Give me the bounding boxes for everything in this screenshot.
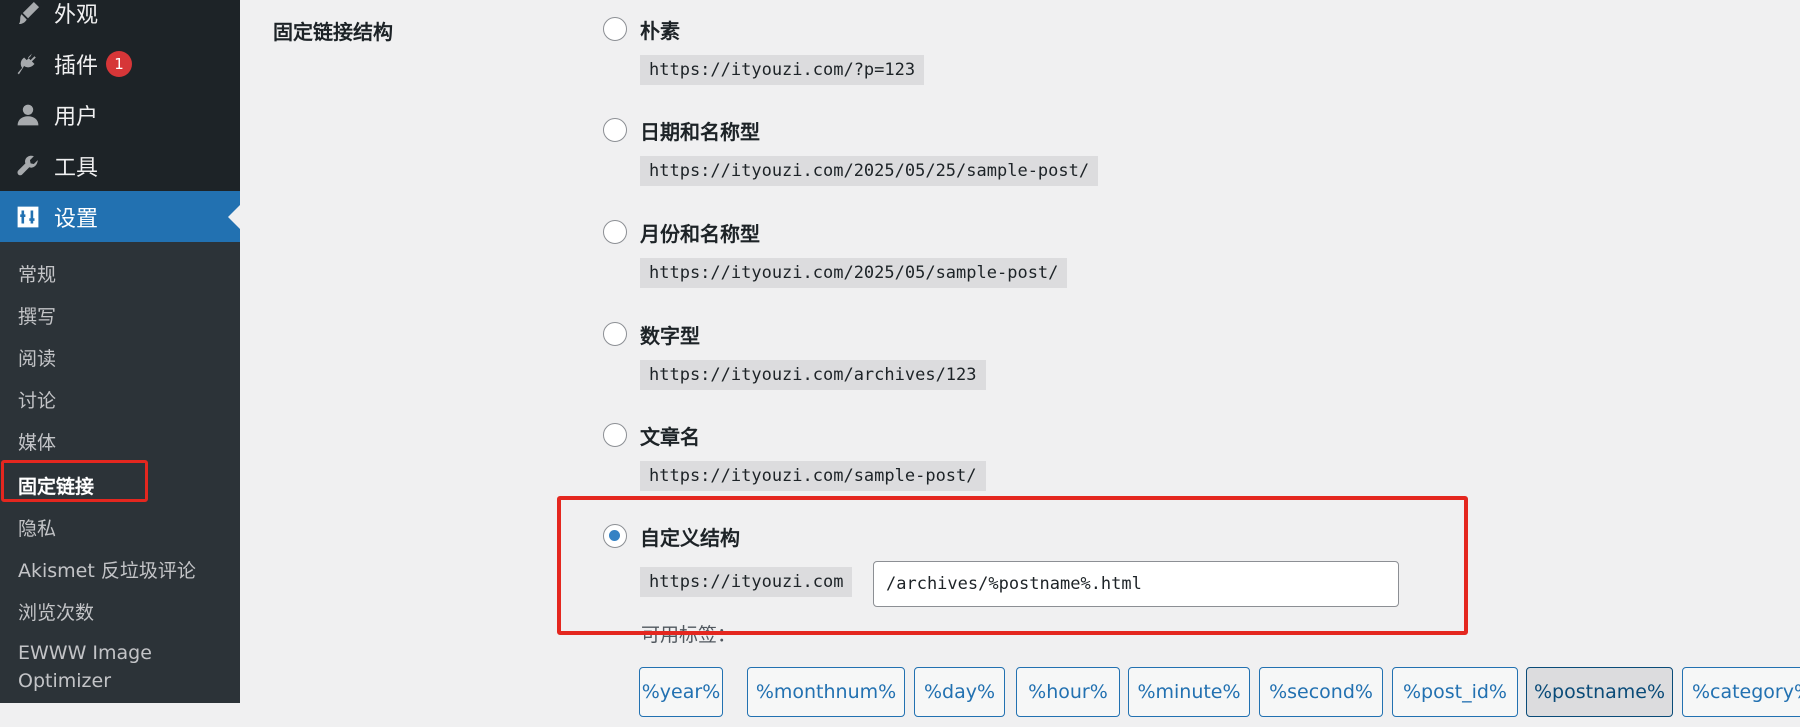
tag-button-second[interactable]: %second%: [1259, 667, 1383, 717]
menu-label-plugins: 插件: [54, 53, 99, 79]
submenu-view-count[interactable]: 浏览次数: [18, 598, 94, 625]
tag-button-day[interactable]: %day%: [914, 667, 1005, 717]
submenu-general[interactable]: 常规: [18, 260, 56, 287]
example-url-post-name: https://ityouzi.com/sample-post/: [640, 461, 986, 491]
submenu-media[interactable]: 媒体: [18, 428, 56, 455]
tools-wrench-icon: [14, 152, 42, 180]
radio-plain[interactable]: [603, 17, 627, 41]
menu-item-users[interactable]: 用户: [0, 89, 240, 140]
option-label-post-name: 文章名: [640, 425, 700, 449]
option-label-plain: 朴素: [640, 19, 680, 43]
radio-day-name[interactable]: [603, 118, 627, 142]
example-url-day-name: https://ityouzi.com/2025/05/25/sample-po…: [640, 156, 1099, 186]
menu-label-users: 用户: [54, 104, 99, 130]
submenu-ewww-line1[interactable]: EWWW Image: [18, 642, 152, 664]
submenu-privacy[interactable]: 隐私: [18, 514, 56, 541]
menu-item-settings[interactable]: 设置: [0, 191, 240, 242]
submenu-reading[interactable]: 阅读: [18, 344, 56, 371]
option-label-day-name: 日期和名称型: [640, 120, 760, 144]
menu-item-plugins[interactable]: 插件 1: [0, 38, 240, 89]
option-label-numeric: 数字型: [640, 324, 700, 348]
tag-button-hour[interactable]: %hour%: [1016, 667, 1120, 717]
tag-button-minute[interactable]: %minute%: [1128, 667, 1250, 717]
settings-sliders-icon: [14, 203, 42, 231]
example-url-plain: https://ityouzi.com/?p=123: [640, 55, 925, 85]
current-menu-arrow: [228, 204, 240, 229]
example-url-numeric: https://ityouzi.com/archives/123: [640, 360, 986, 390]
admin-sidebar: 外观 插件 1 用户 工具 设置 常规 撰写 阅读 讨论 媒体 固定链接 隐私: [0, 0, 240, 703]
permalink-structure-heading: 固定链接结构: [273, 20, 393, 44]
radio-post-name[interactable]: [603, 423, 627, 447]
option-label-month-name: 月份和名称型: [640, 222, 760, 246]
submenu-discussion[interactable]: 讨论: [18, 386, 56, 413]
tag-button-year[interactable]: %year%: [639, 667, 723, 717]
example-url-month-name: https://ityouzi.com/2025/05/sample-post/: [640, 258, 1068, 288]
radio-month-name[interactable]: [603, 220, 627, 244]
users-person-icon: [14, 101, 42, 129]
custom-structure-highlight-box: [557, 496, 1468, 635]
submenu-akismet[interactable]: Akismet 反垃圾评论: [18, 556, 196, 583]
menu-item-appearance[interactable]: 外观: [0, 0, 240, 38]
radio-numeric[interactable]: [603, 322, 627, 346]
submenu-ewww-line2[interactable]: Optimizer: [18, 670, 111, 692]
sidebar-highlight-box: [1, 460, 148, 502]
plugins-update-badge: 1: [106, 50, 132, 77]
tag-button-postname[interactable]: %postname%: [1526, 667, 1673, 717]
menu-label-appearance: 外观: [54, 2, 99, 28]
submenu-writing[interactable]: 撰写: [18, 302, 56, 329]
menu-label-tools: 工具: [54, 155, 99, 181]
plugins-plug-icon: [14, 50, 42, 78]
appearance-brush-icon: [14, 0, 42, 27]
tag-button-post-id[interactable]: %post_id%: [1392, 667, 1518, 717]
tag-button-category[interactable]: %category%: [1682, 667, 1800, 717]
menu-label-settings: 设置: [54, 206, 99, 232]
menu-item-tools[interactable]: 工具: [0, 140, 240, 191]
tag-button-monthnum[interactable]: %monthnum%: [747, 667, 905, 717]
